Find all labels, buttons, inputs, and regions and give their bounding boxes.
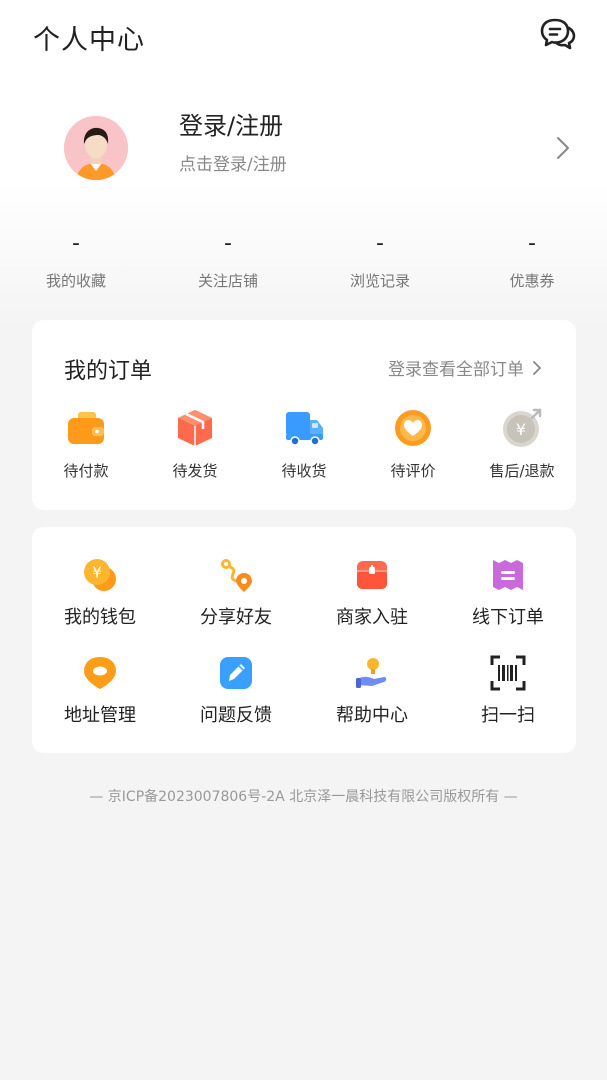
- service-offline-orders[interactable]: 线下订单: [443, 557, 573, 629]
- ticket-icon: [493, 560, 523, 590]
- order-label: 待收货: [281, 462, 327, 480]
- order-label: 待发货: [172, 462, 218, 480]
- avatar: [64, 116, 128, 180]
- service-label: 地址管理: [64, 705, 136, 726]
- footer-copyright: — 京ICP备2023007806号-2A 北京泽一晨科技有限公司版权所有 —: [89, 789, 518, 805]
- order-label: 待评价: [390, 462, 436, 480]
- service-scan[interactable]: 扫一扫: [443, 655, 573, 727]
- truck-icon: [286, 412, 323, 446]
- stat-label: 我的收藏: [45, 272, 106, 290]
- order-pending-review[interactable]: 待评价: [363, 408, 463, 481]
- stat-followed-shops[interactable]: - 关注店铺: [168, 228, 288, 291]
- stat-value: -: [224, 231, 232, 256]
- stat-label: 关注店铺: [197, 272, 258, 290]
- stat-value: -: [528, 231, 536, 256]
- package-icon: [178, 410, 212, 446]
- help-icon: [356, 658, 387, 688]
- shop-icon: [357, 561, 387, 589]
- order-label: 待付款: [63, 462, 109, 480]
- barcode-scan-icon: [490, 655, 526, 691]
- stat-value: -: [376, 231, 384, 256]
- service-merchant-join[interactable]: 商家入驻: [307, 557, 437, 629]
- stat-favorites[interactable]: - 我的收藏: [16, 228, 136, 291]
- svg-text:¥: ¥: [92, 564, 102, 582]
- service-share-friends[interactable]: 分享好友: [171, 557, 301, 629]
- orders-card: 我的订单 登录查看全部订单 待付款 待发货 待收货 待评价 ¥ 售后/退款: [32, 320, 576, 510]
- login-register-subtitle: 点击登录/注册: [179, 155, 287, 175]
- order-pending-receipt[interactable]: 待收货: [254, 408, 354, 481]
- service-label: 分享好友: [200, 607, 272, 628]
- stats-row: - 我的收藏 - 关注店铺 - 浏览记录 - 优惠券: [0, 228, 607, 298]
- svg-text:¥: ¥: [516, 420, 526, 439]
- stat-label: 浏览记录: [349, 272, 410, 290]
- profile-login-row[interactable]: 登录/注册 点击登录/注册: [0, 100, 607, 200]
- stat-value: -: [72, 231, 80, 256]
- wallet-icon: [68, 412, 104, 444]
- page-title: 个人中心: [33, 25, 145, 56]
- view-all-orders-label: 登录查看全部订单: [388, 360, 524, 380]
- coin-wallet-icon: ¥: [84, 559, 116, 591]
- service-help-center[interactable]: 帮助中心: [307, 655, 437, 727]
- heart-icon: [395, 410, 431, 446]
- orders-title: 我的订单: [64, 359, 153, 384]
- order-after-sales-refund[interactable]: ¥ 售后/退款: [472, 408, 572, 481]
- service-address-management[interactable]: 地址管理: [35, 655, 165, 727]
- order-pending-shipment[interactable]: 待发货: [145, 408, 245, 481]
- services-card: ¥ 我的钱包 分享好友 商家入驻 线下订单 地址管理 问题反馈 帮助中心 扫一扫: [32, 527, 576, 753]
- chevron-right-icon: [557, 137, 569, 159]
- service-label: 问题反馈: [200, 705, 272, 726]
- service-label: 帮助中心: [336, 705, 408, 726]
- view-all-orders-link[interactable]: 登录查看全部订单: [388, 355, 542, 380]
- location-icon: [84, 657, 116, 689]
- order-pending-payment[interactable]: 待付款: [36, 408, 136, 481]
- header: 个人中心: [0, 0, 607, 72]
- service-my-wallet[interactable]: ¥ 我的钱包: [35, 557, 165, 629]
- login-register-title: 登录/注册: [179, 112, 284, 140]
- stat-browse-history[interactable]: - 浏览记录: [320, 228, 440, 291]
- service-label: 扫一扫: [481, 705, 535, 726]
- refund-icon: ¥: [503, 408, 542, 447]
- edit-icon: [220, 657, 252, 689]
- service-label: 线下订单: [472, 607, 544, 628]
- stat-label: 优惠券: [509, 272, 555, 290]
- service-label: 我的钱包: [64, 607, 136, 628]
- message-button[interactable]: [538, 14, 578, 54]
- chevron-right-icon: [533, 360, 541, 375]
- share-route-icon: [221, 559, 252, 592]
- chat-bubble-icon: [540, 18, 576, 50]
- stat-coupons[interactable]: - 优惠券: [472, 228, 592, 291]
- service-label: 商家入驻: [336, 607, 408, 628]
- service-feedback[interactable]: 问题反馈: [171, 655, 301, 727]
- order-label: 售后/退款: [489, 462, 555, 480]
